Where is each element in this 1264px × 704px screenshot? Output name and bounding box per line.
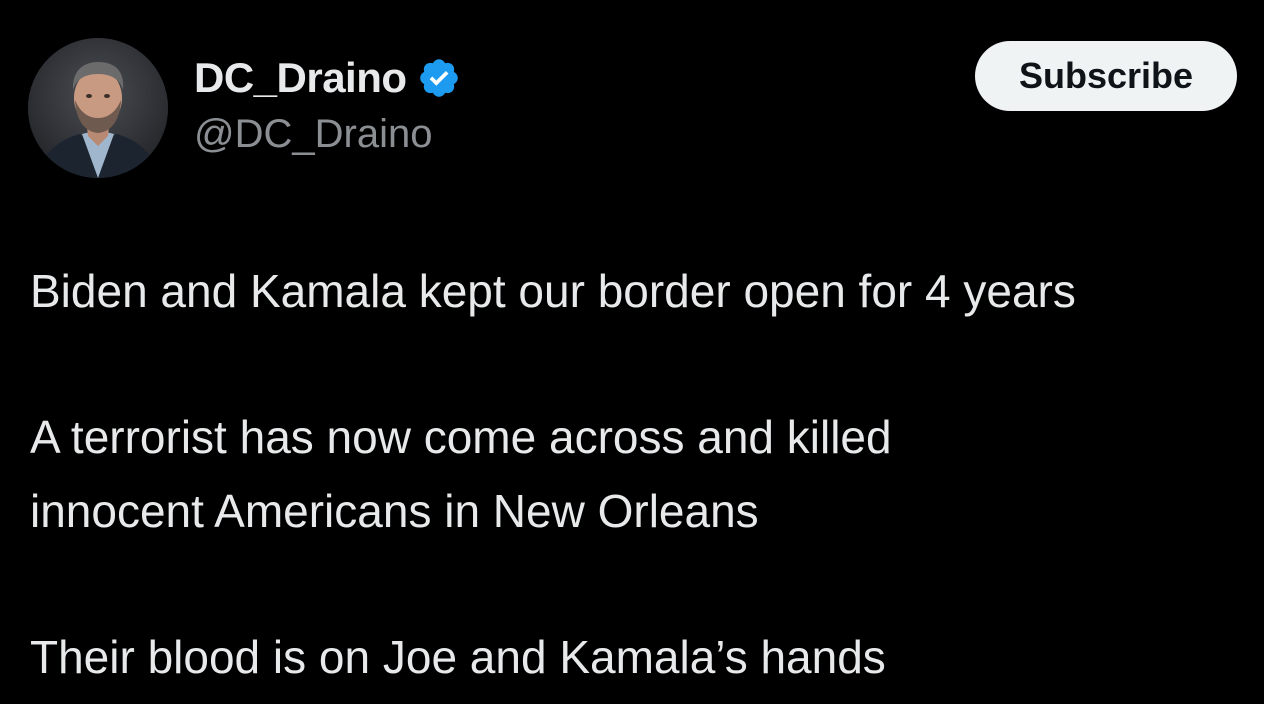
post-paragraph-2: A terrorist has now come across and kill… [30, 400, 892, 548]
post-text-line: Their blood is on Joe and Kamala’s hands [30, 631, 886, 683]
author-display-name[interactable]: DC_Draino [194, 54, 407, 102]
verified-badge-icon [417, 56, 461, 100]
post-text-line: innocent Americans in New Orleans [30, 485, 759, 537]
subscribe-button[interactable]: Subscribe [975, 41, 1237, 111]
profile-photo-icon [28, 38, 168, 178]
post-paragraph-3: Their blood is on Joe and Kamala’s hands [30, 620, 886, 694]
post-text-line: Biden and Kamala kept our border open fo… [30, 265, 1076, 317]
post-paragraph-1: Biden and Kamala kept our border open fo… [30, 254, 1076, 328]
author-avatar[interactable] [28, 38, 168, 178]
post-text-line: A terrorist has now come across and kill… [30, 411, 892, 463]
post-card: DC_Draino @DC_Draino Subscribe Biden and… [0, 0, 1264, 704]
author-handle[interactable]: @DC_Draino [194, 112, 432, 157]
author-name-row: DC_Draino [194, 52, 461, 104]
